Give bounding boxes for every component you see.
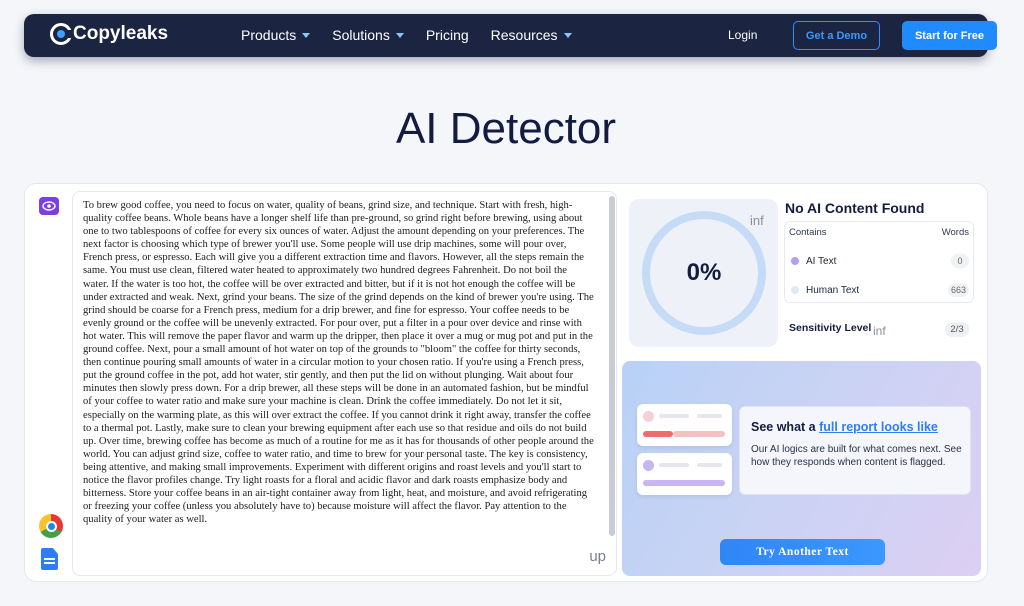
upload-label[interactable]: up [589,548,606,565]
ai-word-count: 0 [951,254,969,268]
promo-text-card: See what a full report looks like Our AI… [739,406,971,495]
full-report-link[interactable]: full report looks like [819,420,938,434]
nav-products[interactable]: Products [241,27,311,43]
table-row-ai: AI Text 0 [791,252,969,270]
chevron-down-icon [302,32,311,38]
top-navigation: Copyleaks Products Solutions Pricing Res… [24,14,997,57]
report-promo: See what a full report looks like Our AI… [622,361,981,576]
logo-text: Copyleaks [73,23,169,44]
preview-dot-icon [643,411,654,422]
col-contains: Contains [789,227,827,238]
chrome-icon[interactable] [39,514,63,538]
gauge-label: inf [750,213,764,228]
sensitivity-value[interactable]: 2/3 [945,322,969,337]
chevron-down-icon [395,32,404,38]
sensitivity-info[interactable]: inf [873,324,886,338]
nav-pricing[interactable]: Pricing [426,27,469,43]
chevron-down-icon [563,32,572,38]
promo-description: Our AI logics are built for what comes n… [751,444,962,468]
logo-mark-icon [50,23,72,45]
copyleaks-logo[interactable]: Copyleaks [50,23,168,45]
sensitivity-label: Sensitivity Level [789,322,872,334]
login-link[interactable]: Login [728,28,757,42]
human-word-count: 663 [947,283,969,297]
text-input-area[interactable]: To brew good coffee, you need to focus o… [72,191,617,576]
get-demo-button[interactable]: Get a Demo [793,21,880,50]
nav-resources[interactable]: Resources [491,27,572,43]
result-table: Contains Words AI Text 0 Human Text 663 [784,221,974,303]
eye-icon[interactable] [39,197,59,215]
score-gauge: 0% inf [629,199,778,347]
input-text[interactable]: To brew good coffee, you need to focus o… [83,199,595,540]
preview-dot-icon [643,460,654,471]
ai-percent: 0% [686,259,722,286]
report-preview-card [637,404,732,446]
gauge-ring: 0% [642,211,766,335]
result-headline: No AI Content Found [785,200,925,216]
scrollbar[interactable] [609,196,615,536]
table-row-human: Human Text 663 [791,281,969,299]
nav-links: Products Solutions Pricing Resources [241,27,572,43]
report-preview-card [637,453,732,495]
page-title: AI Detector [395,104,617,153]
ai-dot-icon [791,257,799,265]
try-another-text-button[interactable]: Try Another Text [720,539,885,565]
document-icon[interactable] [41,548,58,570]
human-dot-icon [791,286,799,294]
promo-title: See what a full report looks like [751,420,938,434]
col-words: Words [941,227,969,238]
nav-solutions[interactable]: Solutions [332,27,404,43]
detector-card: To brew good coffee, you need to focus o… [24,183,988,582]
start-free-button[interactable]: Start for Free [902,21,997,50]
